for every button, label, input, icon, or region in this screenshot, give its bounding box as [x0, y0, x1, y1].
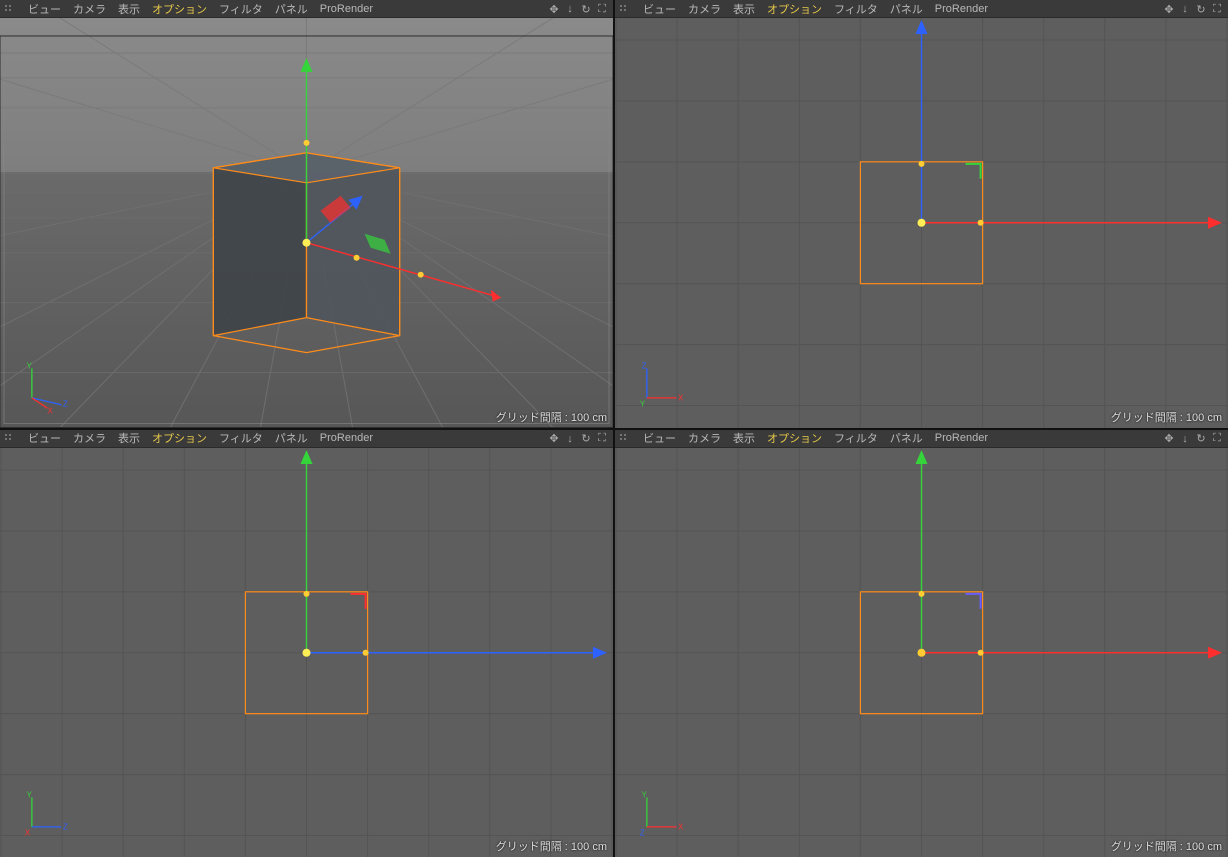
menu-options[interactable]: オプション [767, 1, 822, 17]
viewport-canvas[interactable]: 上面 合計 オブジェクト 1 [615, 18, 1228, 428]
viewport-canvas[interactable]: 右面 合計 オブジェクト 1 [0, 448, 613, 857]
grip-icon[interactable] [4, 433, 14, 443]
nav-down-icon[interactable]: ↓ [1178, 2, 1192, 16]
menu-filter[interactable]: フィルタ [834, 430, 878, 446]
viewport-menu-bar: ビュー カメラ 表示 オプション フィルタ パネル ProRender ✥ ↓ … [615, 0, 1228, 18]
nav-maximize-icon[interactable]: ⛶ [1210, 432, 1224, 446]
ortho-scene [0, 448, 613, 857]
viewport-quad: ビュー カメラ 表示 オプション フィルタ パネル ProRender ✥ ↓ … [0, 0, 1228, 857]
nav-maximize-icon[interactable]: ⛶ [595, 2, 609, 16]
menu-panel[interactable]: パネル [275, 430, 308, 446]
grid-spacing-label: グリッド間隔 : 100 cm [1111, 409, 1222, 425]
nav-reset-icon[interactable]: ↻ [579, 432, 593, 446]
viewport-menu-bar: ビュー カメラ 表示 オプション フィルタ パネル ProRender ✥ ↓ … [615, 430, 1228, 448]
viewport-menu-bar: ビュー カメラ 表示 オプション フィルタ パネル ProRender ✥ ↓ … [0, 430, 613, 448]
menu-options[interactable]: オプション [152, 430, 207, 446]
menu-display[interactable]: 表示 [118, 430, 140, 446]
menu-options[interactable]: オプション [152, 1, 207, 17]
nav-maximize-icon[interactable]: ⛶ [1210, 2, 1224, 16]
nav-down-icon[interactable]: ↓ [563, 2, 577, 16]
grid-spacing-label: グリッド間隔 : 100 cm [496, 409, 607, 425]
menu-view[interactable]: ビュー [643, 1, 676, 17]
ortho-scene [615, 18, 1228, 428]
menu-camera[interactable]: カメラ [688, 1, 721, 17]
menu-filter[interactable]: フィルタ [219, 1, 263, 17]
menu-display[interactable]: 表示 [118, 1, 140, 17]
viewport-pane-perspective[interactable]: ビュー カメラ 表示 オプション フィルタ パネル ProRender ✥ ↓ … [0, 0, 613, 428]
menu-camera[interactable]: カメラ [688, 430, 721, 446]
grip-icon[interactable] [4, 4, 14, 14]
nav-reset-icon[interactable]: ↻ [1194, 432, 1208, 446]
menu-prorender[interactable]: ProRender [320, 432, 373, 444]
grid-spacing-label: グリッド間隔 : 100 cm [1111, 838, 1222, 854]
viewport-pane-right[interactable]: ビュー カメラ 表示 オプション フィルタ パネル ProRender ✥ ↓ … [0, 430, 613, 857]
nav-move-icon[interactable]: ✥ [547, 432, 561, 446]
menu-prorender[interactable]: ProRender [320, 3, 373, 15]
menu-options[interactable]: オプション [767, 430, 822, 446]
menu-camera[interactable]: カメラ [73, 1, 106, 17]
menu-view[interactable]: ビュー [643, 430, 676, 446]
viewport-menu-bar: ビュー カメラ 表示 オプション フィルタ パネル ProRender ✥ ↓ … [0, 0, 613, 18]
menu-display[interactable]: 表示 [733, 1, 755, 17]
grip-icon[interactable] [619, 433, 629, 443]
grip-icon[interactable] [619, 4, 629, 14]
menu-display[interactable]: 表示 [733, 430, 755, 446]
menu-view[interactable]: ビュー [28, 1, 61, 17]
nav-move-icon[interactable]: ✥ [547, 2, 561, 16]
perspective-scene [0, 18, 613, 428]
menu-prorender[interactable]: ProRender [935, 432, 988, 444]
ortho-scene [615, 448, 1228, 857]
menu-panel[interactable]: パネル [890, 1, 923, 17]
viewport-pane-front[interactable]: ビュー カメラ 表示 オプション フィルタ パネル ProRender ✥ ↓ … [615, 430, 1228, 857]
viewport-pane-top[interactable]: ビュー カメラ 表示 オプション フィルタ パネル ProRender ✥ ↓ … [615, 0, 1228, 428]
menu-camera[interactable]: カメラ [73, 430, 106, 446]
nav-move-icon[interactable]: ✥ [1162, 432, 1176, 446]
nav-down-icon[interactable]: ↓ [1178, 432, 1192, 446]
menu-panel[interactable]: パネル [275, 1, 308, 17]
menu-filter[interactable]: フィルタ [834, 1, 878, 17]
nav-maximize-icon[interactable]: ⛶ [595, 432, 609, 446]
nav-reset-icon[interactable]: ↻ [1194, 2, 1208, 16]
menu-prorender[interactable]: ProRender [935, 3, 988, 15]
nav-move-icon[interactable]: ✥ [1162, 2, 1176, 16]
grid-spacing-label: グリッド間隔 : 100 cm [496, 838, 607, 854]
menu-panel[interactable]: パネル [890, 430, 923, 446]
viewport-canvas[interactable]: 前面 合計 オブジェクト 1 [615, 448, 1228, 857]
menu-filter[interactable]: フィルタ [219, 430, 263, 446]
viewport-canvas[interactable]: 透視 合計 オブジェクト 1 [0, 18, 613, 428]
menu-view[interactable]: ビュー [28, 430, 61, 446]
nav-down-icon[interactable]: ↓ [563, 432, 577, 446]
nav-reset-icon[interactable]: ↻ [579, 2, 593, 16]
